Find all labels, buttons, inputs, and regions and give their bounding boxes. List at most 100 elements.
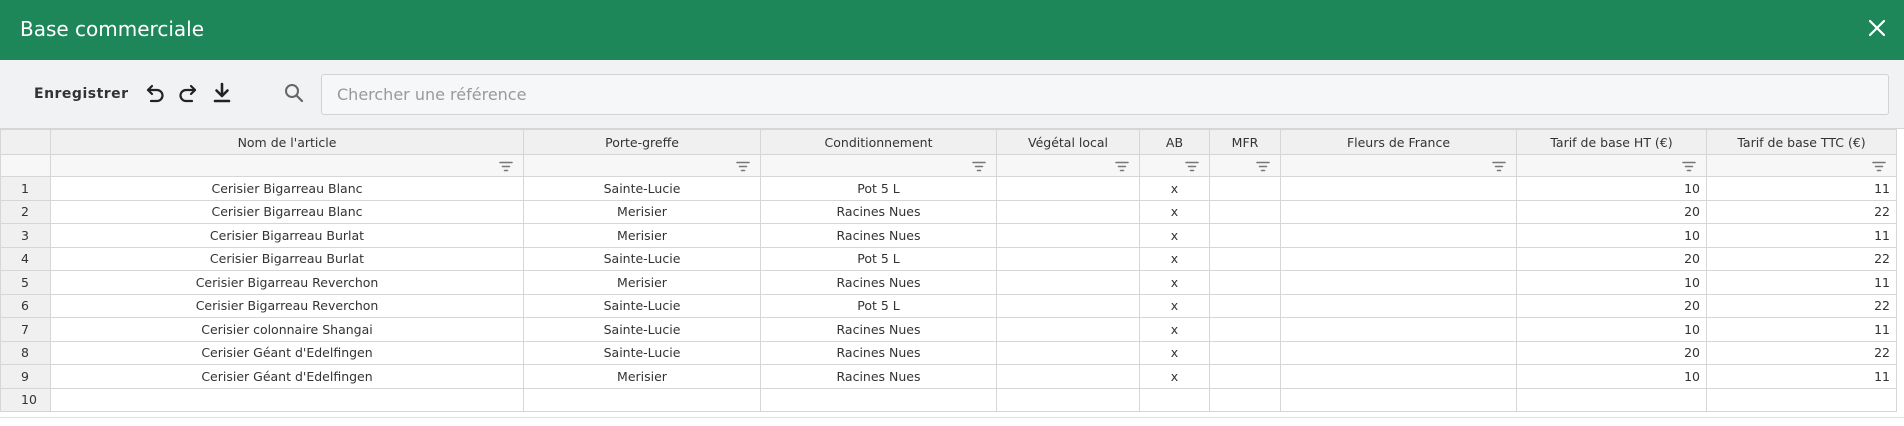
- table-cell[interactable]: [523, 387, 761, 412]
- table-cell[interactable]: 20: [1516, 246, 1707, 271]
- column-header[interactable]: Nom de l'article: [50, 129, 524, 155]
- filter-icon[interactable]: [499, 161, 513, 172]
- table-cell[interactable]: [1280, 199, 1517, 224]
- close-icon[interactable]: [1866, 17, 1888, 39]
- column-header[interactable]: Fleurs de France: [1280, 129, 1517, 155]
- table-cell[interactable]: [996, 246, 1140, 271]
- table-cell[interactable]: [1209, 317, 1281, 342]
- row-number[interactable]: 2: [0, 199, 51, 224]
- table-cell[interactable]: [1209, 270, 1281, 295]
- table-cell[interactable]: [1209, 246, 1281, 271]
- undo-icon[interactable]: [143, 81, 167, 105]
- row-number[interactable]: 7: [0, 317, 51, 342]
- table-cell[interactable]: [1516, 387, 1707, 412]
- table-cell[interactable]: x: [1139, 199, 1210, 224]
- table-cell[interactable]: Racines Nues: [760, 270, 997, 295]
- table-cell[interactable]: x: [1139, 176, 1210, 201]
- table-cell[interactable]: [1209, 223, 1281, 248]
- table-cell[interactable]: [1280, 293, 1517, 318]
- table-cell[interactable]: Sainte-Lucie: [523, 246, 761, 271]
- table-cell[interactable]: x: [1139, 364, 1210, 389]
- table-cell[interactable]: Sainte-Lucie: [523, 317, 761, 342]
- row-number[interactable]: 5: [0, 270, 51, 295]
- table-cell[interactable]: [1139, 387, 1210, 412]
- table-cell[interactable]: Racines Nues: [760, 340, 997, 365]
- column-header[interactable]: Végétal local: [996, 129, 1140, 155]
- table-cell[interactable]: [1209, 387, 1281, 412]
- redo-icon[interactable]: [176, 81, 200, 105]
- table-cell[interactable]: [996, 293, 1140, 318]
- table-cell[interactable]: x: [1139, 270, 1210, 295]
- table-cell[interactable]: [50, 387, 524, 412]
- table-cell[interactable]: Cerisier Bigarreau Blanc: [50, 176, 524, 201]
- table-cell[interactable]: Cerisier Bigarreau Burlat: [50, 223, 524, 248]
- table-cell[interactable]: Sainte-Lucie: [523, 176, 761, 201]
- table-cell[interactable]: 10: [1516, 176, 1707, 201]
- search-input[interactable]: [321, 74, 1889, 115]
- table-cell[interactable]: [996, 317, 1140, 342]
- table-cell[interactable]: Pot 5 L: [760, 176, 997, 201]
- table-cell[interactable]: x: [1139, 223, 1210, 248]
- filter-icon[interactable]: [736, 161, 750, 172]
- column-header[interactable]: MFR: [1209, 129, 1281, 155]
- table-cell[interactable]: Cerisier Bigarreau Reverchon: [50, 270, 524, 295]
- table-cell[interactable]: [1280, 223, 1517, 248]
- table-cell[interactable]: 20: [1516, 199, 1707, 224]
- table-cell[interactable]: Racines Nues: [760, 317, 997, 342]
- row-number[interactable]: 9: [0, 364, 51, 389]
- row-number[interactable]: 10: [0, 387, 51, 412]
- table-cell[interactable]: [996, 199, 1140, 224]
- table-cell[interactable]: Cerisier Bigarreau Blanc: [50, 199, 524, 224]
- table-cell[interactable]: 11: [1706, 223, 1897, 248]
- table-cell[interactable]: [996, 223, 1140, 248]
- table-cell[interactable]: 10: [1516, 223, 1707, 248]
- table-cell[interactable]: x: [1139, 317, 1210, 342]
- table-cell[interactable]: 22: [1706, 293, 1897, 318]
- column-header[interactable]: AB: [1139, 129, 1210, 155]
- table-cell[interactable]: Racines Nues: [760, 223, 997, 248]
- filter-icon[interactable]: [1682, 161, 1696, 172]
- table-cell[interactable]: Racines Nues: [760, 364, 997, 389]
- column-header[interactable]: Tarif de base TTC (€): [1706, 129, 1897, 155]
- table-cell[interactable]: Cerisier Géant d'Edelfingen: [50, 364, 524, 389]
- row-number[interactable]: 3: [0, 223, 51, 248]
- table-cell[interactable]: [1280, 387, 1517, 412]
- table-cell[interactable]: [996, 270, 1140, 295]
- row-number[interactable]: 1: [0, 176, 51, 201]
- table-cell[interactable]: [996, 176, 1140, 201]
- table-cell[interactable]: [1280, 246, 1517, 271]
- table-cell[interactable]: Merisier: [523, 199, 761, 224]
- table-cell[interactable]: 22: [1706, 246, 1897, 271]
- table-cell[interactable]: [1706, 387, 1897, 412]
- table-cell[interactable]: Cerisier Géant d'Edelfingen: [50, 340, 524, 365]
- table-cell[interactable]: Cerisier Bigarreau Reverchon: [50, 293, 524, 318]
- table-cell[interactable]: 10: [1516, 317, 1707, 342]
- table-cell[interactable]: [996, 364, 1140, 389]
- corner-header[interactable]: [0, 129, 51, 155]
- table-cell[interactable]: Merisier: [523, 223, 761, 248]
- table-cell[interactable]: Pot 5 L: [760, 246, 997, 271]
- filter-icon[interactable]: [1256, 161, 1270, 172]
- column-header[interactable]: Porte-greffe: [523, 129, 761, 155]
- table-cell[interactable]: Cerisier Bigarreau Burlat: [50, 246, 524, 271]
- table-cell[interactable]: [1280, 270, 1517, 295]
- row-number[interactable]: 6: [0, 293, 51, 318]
- table-cell[interactable]: [1209, 364, 1281, 389]
- filter-icon[interactable]: [1185, 161, 1199, 172]
- row-number[interactable]: 4: [0, 246, 51, 271]
- table-cell[interactable]: Merisier: [523, 364, 761, 389]
- table-cell[interactable]: Sainte-Lucie: [523, 340, 761, 365]
- table-cell[interactable]: [1209, 293, 1281, 318]
- download-icon[interactable]: [210, 81, 234, 105]
- table-cell[interactable]: 11: [1706, 270, 1897, 295]
- row-number[interactable]: 8: [0, 340, 51, 365]
- table-cell[interactable]: Cerisier colonnaire Shangai: [50, 317, 524, 342]
- table-cell[interactable]: Sainte-Lucie: [523, 293, 761, 318]
- table-cell[interactable]: [1280, 364, 1517, 389]
- table-cell[interactable]: Pot 5 L: [760, 293, 997, 318]
- table-cell[interactable]: 22: [1706, 340, 1897, 365]
- table-cell[interactable]: 20: [1516, 293, 1707, 318]
- table-cell[interactable]: 11: [1706, 364, 1897, 389]
- filter-icon[interactable]: [1872, 161, 1886, 172]
- table-cell[interactable]: 11: [1706, 317, 1897, 342]
